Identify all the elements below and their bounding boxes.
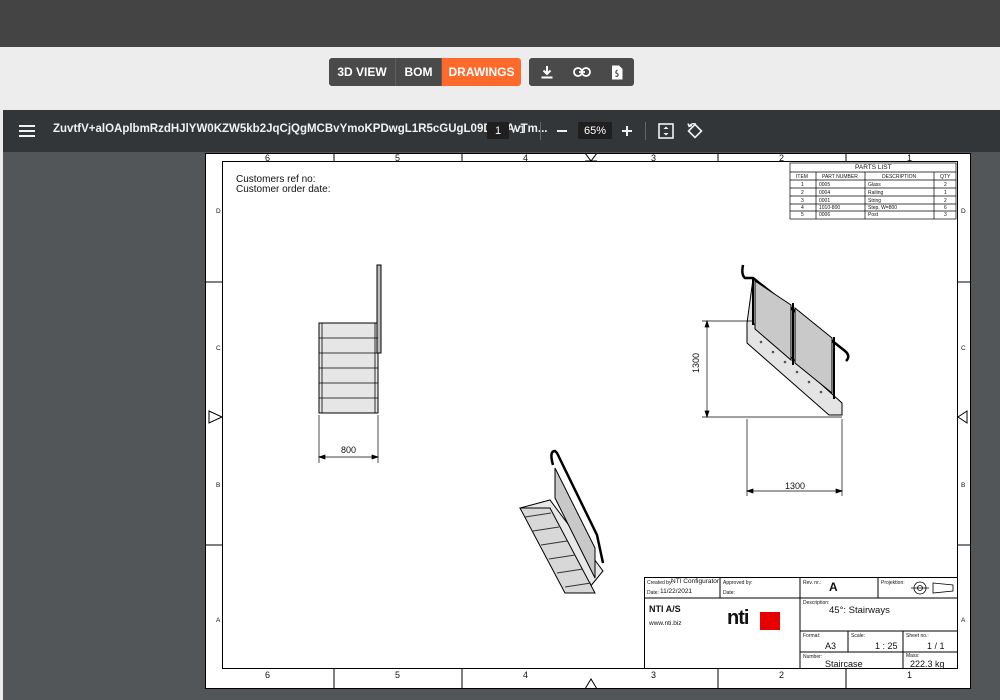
col-label: 6 (265, 153, 271, 163)
approved-by-label: Approved by: (723, 580, 753, 586)
pdf-document-icon (611, 65, 622, 79)
parts-qty: 2 (944, 182, 947, 188)
col-label: 2 (779, 153, 785, 163)
rotate-icon[interactable] (686, 122, 704, 140)
parts-description: Step, W=800 (868, 205, 898, 211)
scale-value: 1 : 25 (875, 641, 898, 651)
date-value: 11/22/2021 (660, 588, 693, 595)
approved-date-label: Date: (723, 590, 735, 596)
parts-qty: 3 (944, 212, 947, 218)
col-label: 1 (907, 670, 913, 680)
projection-label: Projektion: (881, 580, 905, 586)
parts-item: 1 (801, 182, 804, 188)
zoom-out-icon[interactable] (552, 119, 572, 143)
parts-description: String (868, 198, 882, 204)
col-label: 4 (523, 670, 529, 680)
toolbar-divider (540, 122, 541, 140)
parts-description: Railing (868, 190, 884, 196)
sheet-value: 1 / 1 (927, 641, 945, 651)
document-title: ZuvtfV+alOAplbmRzdHJlYW0KZW5kb2JqCjQgMCB… (53, 123, 548, 135)
parts-number: 0001 (819, 198, 831, 204)
dimension-run: 1300 (785, 481, 806, 491)
number-value: Staircase (825, 659, 863, 669)
parts-qty: 2 (944, 198, 947, 204)
col-label: 6 (265, 670, 271, 680)
copy-link-button[interactable] (564, 58, 599, 86)
link-icon (572, 67, 591, 77)
parts-item: 5 (801, 212, 804, 218)
page-total: / 1 (513, 124, 526, 136)
row-label: D (216, 208, 221, 215)
parts-list-title: PARTS LIST (855, 164, 892, 171)
nti-logo: nti (727, 607, 749, 629)
sheet-label: Sheet no.: (906, 633, 929, 639)
tab-drawings[interactable]: DRAWINGS (442, 58, 521, 86)
tab-bom[interactable]: BOM (396, 58, 442, 86)
row-label: C (216, 345, 221, 352)
parts-number: 0004 (819, 190, 831, 196)
download-button[interactable] (529, 58, 564, 86)
drawing-sheet: 6 5 4 3 2 1 6 5 4 3 2 1 D C B A D C B A … (205, 153, 971, 689)
pdf-export-button[interactable] (599, 58, 634, 86)
app-header-bar (0, 0, 1000, 47)
parts-number: 1010-800 (819, 205, 841, 211)
row-label: A (216, 617, 221, 624)
description-label: Description: (803, 600, 830, 606)
dimension-width: 800 (341, 445, 357, 455)
col-label: 3 (651, 153, 657, 163)
col-label: 1 (907, 153, 913, 163)
page-number-input[interactable]: 1 (487, 122, 509, 139)
parts-list-header: ITEM (796, 174, 808, 180)
parts-item: 4 (801, 205, 804, 211)
row-label: B (216, 482, 221, 489)
parts-number: 0006 (819, 212, 831, 218)
parts-list-header: QTY (940, 174, 951, 180)
parts-list-header: DESCRIPTION (882, 174, 917, 180)
description-value: 45°: Stairways (829, 605, 890, 616)
company-name: NTI A/S (649, 604, 681, 614)
toolbar-divider (645, 122, 646, 140)
col-label: 4 (523, 153, 529, 163)
parts-list-header: PART NUMBER (822, 174, 858, 180)
fit-page-icon[interactable] (657, 122, 675, 140)
scale-label: Scale: (851, 633, 865, 639)
mass-value: 222.3 kg (910, 659, 945, 669)
dimension-height: 1300 (691, 352, 701, 373)
zoom-in-icon[interactable] (617, 119, 637, 143)
download-icon (541, 66, 552, 79)
col-label: 2 (779, 670, 785, 680)
tab-3d-view[interactable]: 3D VIEW (329, 58, 396, 86)
row-label: C (961, 345, 966, 352)
parts-item: 2 (801, 190, 804, 196)
col-label: 5 (395, 153, 401, 163)
col-label: 5 (395, 670, 401, 680)
parts-qty: 1 (944, 190, 947, 196)
customer-date-label: Customer order date: (236, 184, 331, 195)
company-website: www.nti.biz (649, 620, 682, 627)
number-label: Number: (803, 654, 823, 660)
parts-description: Glass (868, 182, 881, 188)
drawing-tools (529, 58, 634, 86)
row-label: D (961, 208, 966, 215)
created-by-label: Created by: (647, 580, 673, 586)
created-by-value: NTI Configurator (671, 578, 720, 585)
col-label: 3 (651, 670, 657, 680)
row-label: B (961, 482, 966, 489)
view-tabs: 3D VIEW BOM DRAWINGS (329, 58, 521, 86)
date-label: Date: (647, 590, 659, 596)
pdf-toolbar: ZuvtfV+alOAplbmRzdHJlYW0KZW5kb2JqCjQgMCB… (3, 110, 1000, 152)
parts-item: 3 (801, 198, 804, 204)
rev-label: Rev. nr.: (803, 580, 822, 586)
rev-value: A (829, 580, 838, 594)
row-label: A (961, 617, 966, 624)
format-value: A3 (825, 641, 837, 651)
format-label: Format: (803, 633, 821, 639)
parts-qty: 6 (944, 205, 947, 211)
parts-number: 0005 (819, 182, 831, 188)
menu-icon[interactable] (19, 124, 35, 138)
parts-description: Post (868, 212, 879, 218)
zoom-level-input[interactable]: 65% (578, 122, 612, 139)
